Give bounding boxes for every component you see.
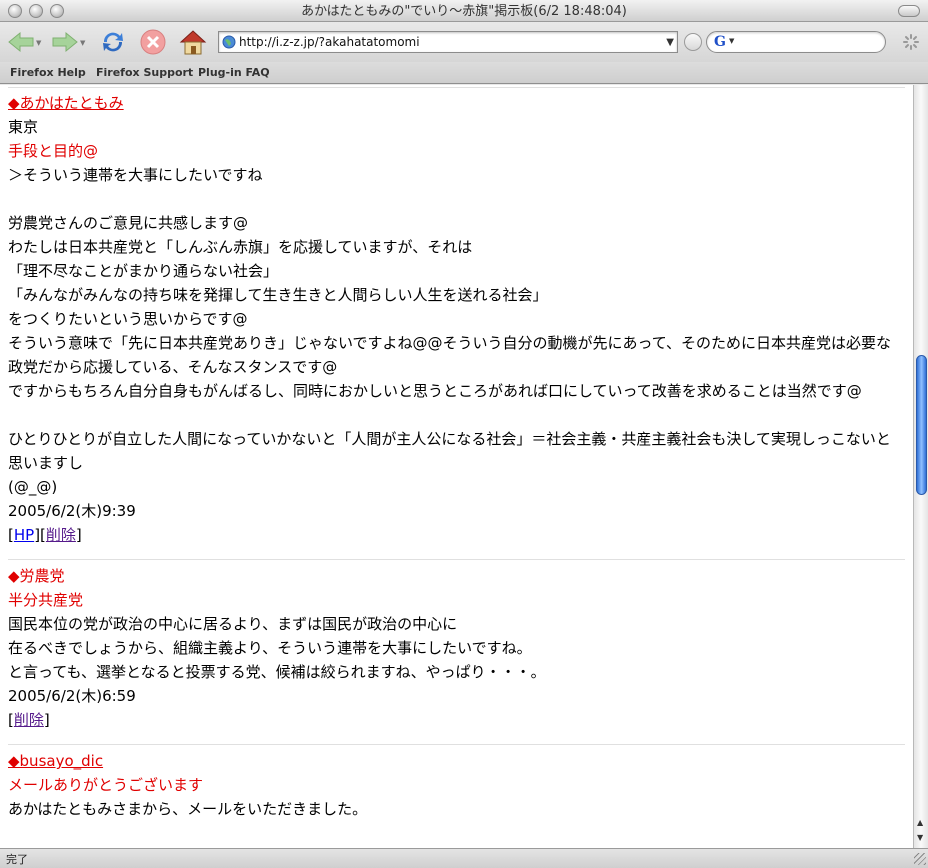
delete-link[interactable]: 削除 (46, 526, 76, 544)
post-body-line: をつくりたいという思いからです@ (8, 310, 248, 328)
post-divider (8, 559, 905, 560)
bookmark-firefox-support[interactable]: Firefox Support (96, 66, 193, 79)
close-window-button[interactable] (8, 4, 22, 18)
home-button[interactable] (178, 27, 208, 57)
post-body-line: 国民本位の党が政治の中心に居るより、まずは国民が政治の中心に (8, 615, 458, 633)
status-bar: 完了 (0, 848, 928, 868)
post-date: 2005/6/2(木)6:59 (8, 687, 136, 705)
post-busayo-dic: ◆busayo_dic メールありがとうございます あかはたともみさまから、メー… (8, 749, 905, 821)
delete-link[interactable]: 削除 (14, 711, 44, 729)
post-body-line: 「みんながみんなの持ち味を発揮して生き生きと人間らしい人生を送れる社会」 (8, 286, 548, 304)
site-globe-icon (222, 35, 236, 49)
post-body-line: 労農党さんのご意見に共感します@ (8, 214, 249, 232)
forward-history-dropdown-icon[interactable]: ▼ (80, 39, 85, 47)
post-body-line: ですからもちろん自分自身もがんばるし、同時におかしいと思うところがあれば口にして… (8, 382, 862, 400)
toolbar-toggle-button[interactable] (898, 5, 920, 17)
scrollbar-thumb[interactable] (916, 355, 927, 495)
search-input[interactable] (739, 34, 879, 50)
post-body-line: そういう意味で「先に日本共産党ありき」じゃないですよね@@そういう自分の動機が先… (8, 334, 892, 376)
post-subject: 半分共産党 (8, 591, 84, 609)
homepage-link[interactable]: HP (14, 526, 34, 544)
back-history-dropdown-icon[interactable]: ▼ (36, 39, 41, 47)
resize-grip-icon[interactable] (914, 853, 926, 865)
scroll-up-arrow-icon[interactable]: ▲ (917, 818, 923, 827)
scroll-down-arrow-icon[interactable]: ▼ (917, 833, 923, 842)
post-subject: メールありがとうございます (8, 776, 204, 794)
post-author-link[interactable]: ◆あかはたともみ (8, 94, 124, 112)
minimize-window-button[interactable] (29, 4, 43, 18)
post-body-line: あかはたともみさまから、メールをいただきました。 (8, 800, 368, 818)
bookmark-plugin-faq[interactable]: Plug-in FAQ (198, 66, 270, 79)
post-body-line: ひとりひとりが自立した人間になっていかないと「人間が主人公になる社会」＝社会主義… (8, 430, 891, 472)
back-arrow-icon (8, 31, 34, 53)
post-author-link[interactable]: ◆busayo_dic (8, 752, 103, 770)
post-body-line: ＞そういう連帯を大事にしたいですね (8, 166, 263, 184)
status-text: 完了 (6, 853, 28, 866)
post-body-line (8, 187, 905, 211)
activity-throbber-icon (903, 34, 919, 50)
navigation-toolbar: ▼ ▼ ▼ G ▼ (0, 22, 928, 62)
post-rounoutou: ◆労農党 半分共産党 国民本位の党が政治の中心に居るより、まずは国民が政治の中心… (8, 564, 905, 732)
web-search-box[interactable]: G ▼ (706, 31, 886, 53)
stop-icon (140, 29, 166, 55)
bookmark-firefox-help[interactable]: Firefox Help (10, 66, 86, 79)
address-bar[interactable]: ▼ (218, 31, 678, 53)
post-divider (8, 87, 905, 88)
post-location: 東京 (8, 118, 39, 136)
url-history-dropdown-icon[interactable]: ▼ (666, 37, 674, 48)
post-body-line: 「理不尽なことがまかり通らない社会」 (8, 262, 279, 280)
title-bar: あかはたともみの"でいり〜赤旗"掲示板(6/2 18:48:04) (0, 0, 928, 22)
post-akahatatomomi: ◆あかはたともみ 東京 手段と目的@ ＞そういう連帯を大事にしたいですね 労農党… (8, 91, 905, 547)
back-button[interactable] (6, 27, 36, 57)
post-divider (8, 744, 905, 745)
vertical-scrollbar[interactable]: ▲ ▼ (913, 85, 928, 848)
url-input[interactable] (239, 33, 659, 51)
window-title: あかはたともみの"でいり〜赤旗"掲示板(6/2 18:48:04) (301, 4, 627, 19)
reload-button[interactable] (98, 27, 128, 57)
post-subject: 手段と目的@ (8, 142, 99, 160)
zoom-window-button[interactable] (50, 4, 64, 18)
search-engine-dropdown-icon[interactable]: ▼ (729, 37, 734, 45)
google-engine-icon[interactable]: G (714, 34, 726, 50)
forward-button[interactable] (50, 27, 80, 57)
post-actions: [HP][削除] (8, 526, 82, 544)
go-button[interactable] (684, 33, 702, 51)
post-author: ◆労農党 (8, 567, 65, 585)
stop-button[interactable] (138, 27, 168, 57)
post-body-line: 在るべきでしょうから、組織主義より、そういう連帯を大事にしたいですね。 (8, 639, 532, 657)
home-icon (179, 30, 207, 55)
page-content: ◆あかはたともみ 東京 手段と目的@ ＞そういう連帯を大事にしたいですね 労農党… (0, 85, 913, 848)
post-body-line: と言っても、選挙となると投票する党、候補は絞られますね、やっぱり・・・。 (8, 663, 546, 681)
post-date: 2005/6/2(木)9:39 (8, 502, 136, 520)
bookmarks-toolbar: Firefox Help Firefox Support Plug-in FAQ (0, 62, 928, 84)
post-actions: [削除] (8, 711, 50, 729)
post-body-line: (@_@) (8, 478, 58, 496)
reload-icon (103, 32, 123, 52)
forward-arrow-icon (52, 31, 78, 53)
post-body-line: わたしは日本共産党と「しんぶん赤旗」を応援していますが、それは (8, 238, 473, 256)
